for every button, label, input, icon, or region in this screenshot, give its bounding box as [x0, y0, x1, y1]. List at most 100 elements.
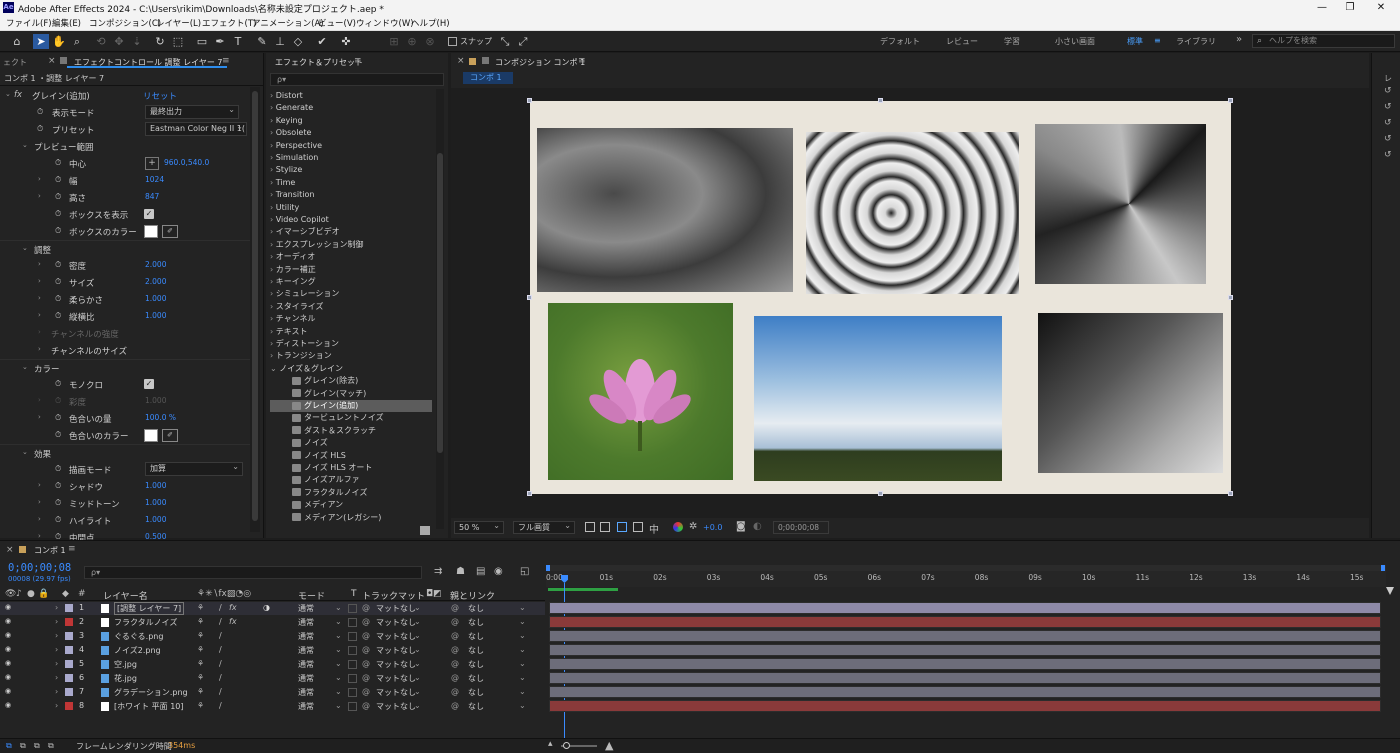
effect-category[interactable]: › テキスト: [270, 326, 432, 338]
frame-blending-icon[interactable]: ▤: [476, 566, 485, 577]
dolly-tool-icon[interactable]: ⇣: [129, 34, 145, 49]
expand-arrow-icon[interactable]: ›: [38, 515, 41, 523]
color-channel-icon[interactable]: [673, 522, 683, 532]
close-tab-icon[interactable]: ×: [6, 545, 14, 555]
stopwatch-icon[interactable]: ⏱: [55, 158, 61, 168]
effect-category[interactable]: › Generate: [270, 102, 432, 114]
expand-arrow-icon[interactable]: ›: [38, 192, 41, 200]
expand-duration-icon[interactable]: ⧉: [48, 741, 54, 751]
mode-header[interactable]: モード: [298, 589, 325, 602]
effect-item[interactable]: ノイズ: [270, 437, 432, 449]
type-tool-icon[interactable]: T: [230, 34, 246, 49]
layer-duration-bar[interactable]: [549, 644, 1381, 656]
comp-flowchart-icon[interactable]: ⇉: [434, 566, 442, 577]
menu-animation[interactable]: アニメーション(A): [252, 17, 324, 29]
orbit-tool-icon[interactable]: ⟲: [93, 34, 109, 49]
local-axis-icon[interactable]: ⊞: [386, 34, 402, 49]
transform-handle[interactable]: [1228, 491, 1233, 496]
highlights-value[interactable]: 1.000: [145, 515, 166, 524]
exposure-value[interactable]: +0.0: [703, 523, 722, 532]
layer-duration-bar[interactable]: [549, 658, 1381, 670]
effect-item[interactable]: メディアン(レガシー): [270, 512, 432, 524]
transform-handle[interactable]: [1228, 98, 1233, 103]
stopwatch-icon[interactable]: ⏱: [55, 226, 61, 236]
tab-composition[interactable]: コンポジション コンポ 1: [495, 57, 585, 68]
effect-category[interactable]: › Simulation: [270, 152, 432, 164]
transform-handle[interactable]: [527, 295, 532, 300]
softness-value[interactable]: 1.000: [145, 294, 166, 303]
scrollbar-thumb[interactable]: [437, 153, 443, 453]
workspace-small-screen[interactable]: 小さい画面: [1055, 36, 1095, 47]
aspect-value[interactable]: 1.000: [145, 311, 166, 320]
home-icon[interactable]: ⌂: [9, 34, 25, 49]
stopwatch-icon[interactable]: ⏱: [55, 430, 61, 440]
menu-file[interactable]: ファイル(F): [6, 17, 52, 29]
show-snapshot-icon[interactable]: ◐: [753, 521, 762, 532]
effect-category[interactable]: › Perspective: [270, 140, 432, 152]
menu-window[interactable]: ウィンドウ(W): [356, 17, 414, 29]
effect-item[interactable]: メディアン: [270, 499, 432, 511]
stopwatch-icon[interactable]: ⏱: [55, 515, 61, 525]
selection-tool-icon[interactable]: ➤: [33, 34, 49, 49]
roto-brush-icon[interactable]: ✔: [314, 34, 330, 49]
stopwatch-icon[interactable]: ⏱: [55, 396, 61, 406]
effect-item[interactable]: ダスト＆スクラッチ: [270, 425, 432, 437]
effect-category[interactable]: › エクスプレッション制御: [270, 239, 432, 251]
expand-arrow-icon[interactable]: ›: [38, 498, 41, 506]
pan-tool-icon[interactable]: ✥: [111, 34, 127, 49]
effect-item[interactable]: ノイズ HLS: [270, 450, 432, 462]
effect-item[interactable]: グレイン(マッチ): [270, 388, 432, 400]
menu-composition[interactable]: コンポジション(C): [89, 17, 161, 29]
close-tab-icon[interactable]: ×: [48, 56, 56, 66]
collapse-arrow-icon[interactable]: ⌄: [22, 141, 28, 149]
zoom-tool-icon[interactable]: ⌕: [69, 34, 85, 49]
expand-arrow-icon[interactable]: ›: [38, 277, 41, 285]
tweak-group[interactable]: ⌄ 調整: [0, 240, 250, 257]
collapse-arrow-icon[interactable]: ⌄: [22, 448, 28, 456]
mono-checkbox[interactable]: ✓: [144, 379, 154, 389]
puppet-pin-icon[interactable]: ✜: [338, 34, 354, 49]
parent-header[interactable]: 親とリンク: [450, 589, 495, 602]
effect-category[interactable]: › Stylize: [270, 164, 432, 176]
expand-arrow-icon[interactable]: ›: [38, 413, 41, 421]
width-value[interactable]: 1024: [145, 175, 164, 184]
layer-name-header[interactable]: レイヤー名: [103, 589, 148, 602]
close-tab-icon[interactable]: ×: [457, 56, 465, 66]
tab-left-truncated[interactable]: ェクト: [3, 57, 27, 68]
effect-category-open[interactable]: ⌄ ノイズ＆グレイン: [270, 363, 432, 375]
help-search-input[interactable]: ヘルプを検索: [1252, 34, 1395, 48]
composition-canvas[interactable]: [530, 101, 1231, 494]
stopwatch-icon[interactable]: ⏱: [37, 124, 43, 134]
stopwatch-icon[interactable]: ⏱: [55, 413, 61, 423]
effect-item[interactable]: フラクタルノイズ: [270, 487, 432, 499]
lock-icon[interactable]: [60, 57, 67, 64]
blend-mode-dropdown[interactable]: 加算: [145, 462, 243, 476]
zoom-out-icon[interactable]: ▴: [548, 739, 553, 749]
undo-icon[interactable]: ↺: [1384, 134, 1392, 144]
lock-icon[interactable]: [482, 57, 489, 64]
menu-edit[interactable]: 編集(E): [52, 17, 81, 29]
stopwatch-icon[interactable]: ⏱: [55, 379, 61, 389]
effect-item[interactable]: ノイズアルファ: [270, 474, 432, 486]
world-axis-icon[interactable]: ⊕: [404, 34, 420, 49]
preview-area-group[interactable]: ⌄ プレビュー範囲: [0, 138, 250, 155]
pen-tool-icon[interactable]: ✒: [212, 34, 228, 49]
shadows-value[interactable]: 1.000: [145, 481, 166, 490]
stopwatch-icon[interactable]: ⏱: [55, 294, 61, 304]
preset-dropdown[interactable]: Eastman Color Neg II 1(: [145, 122, 247, 136]
reset-link[interactable]: リセット: [143, 90, 177, 102]
layer-search-input[interactable]: ρ▾: [84, 566, 422, 579]
zoom-dropdown[interactable]: 50 %: [454, 521, 504, 534]
stopwatch-icon[interactable]: ⏱: [55, 277, 61, 287]
layer-duration-bar[interactable]: [549, 686, 1381, 698]
effect-category[interactable]: › Time: [270, 177, 432, 189]
fast-preview-icon[interactable]: [585, 522, 595, 532]
tab-effects-presets[interactable]: エフェクト＆プリセット: [275, 57, 363, 68]
panel-menu-icon[interactable]: ≡: [222, 56, 230, 66]
snap-option-icon[interactable]: ⤡: [497, 34, 513, 49]
expand-arrow-icon[interactable]: ›: [38, 328, 41, 336]
motion-blur-icon[interactable]: ◉: [494, 566, 503, 577]
height-value[interactable]: 847: [145, 192, 159, 201]
eyedropper-icon[interactable]: ✐: [162, 225, 178, 238]
intensity-value[interactable]: 2.000: [145, 260, 166, 269]
